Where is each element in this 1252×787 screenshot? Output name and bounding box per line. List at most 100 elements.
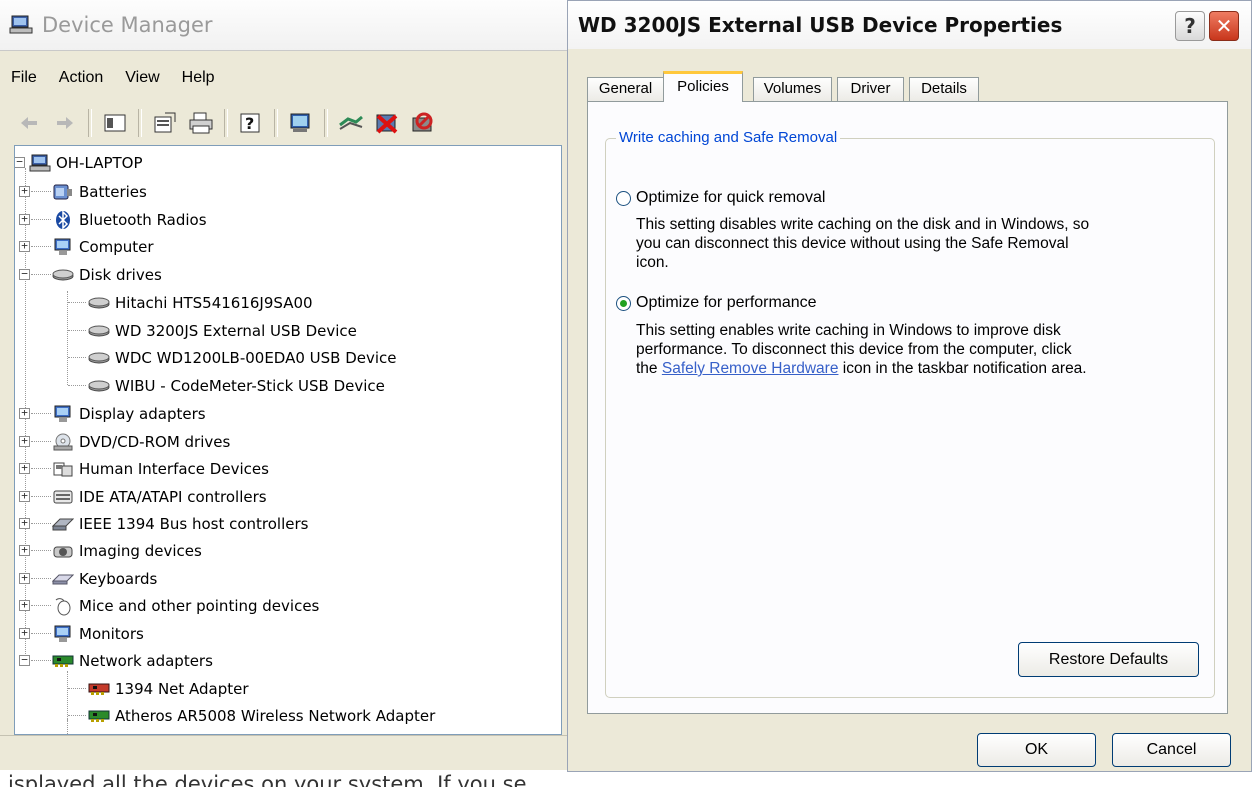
collapse-toggle[interactable]: − — [19, 268, 30, 280]
menu-help[interactable]: Help — [171, 64, 226, 92]
tree-node-disk-wibu[interactable]: WIBU - CodeMeter-Stick USB Device — [88, 373, 385, 399]
quick-removal-radio[interactable] — [616, 190, 631, 206]
tree-node-label: Human Interface Devices — [79, 460, 269, 478]
expand-toggle[interactable]: + — [19, 490, 30, 502]
close-button[interactable]: ✕ — [1209, 11, 1239, 41]
battery-icon — [52, 183, 74, 201]
expand-toggle[interactable]: + — [19, 627, 30, 639]
tree-node-net-1394[interactable]: 1394 Net Adapter — [88, 676, 249, 702]
tree-node-computer[interactable]: Computer — [52, 234, 154, 260]
disk-drive-icon — [88, 322, 110, 340]
expand-toggle[interactable]: + — [19, 599, 30, 611]
policies-panel: Write caching and Safe Removal Optimize … — [587, 101, 1228, 714]
menu-file[interactable]: File — [0, 64, 48, 92]
tree-line — [68, 715, 86, 716]
properties-icon[interactable] — [150, 108, 180, 138]
disable-device-icon[interactable] — [372, 108, 402, 138]
disk-drive-icon — [88, 377, 110, 395]
tab-driver[interactable]: Driver — [837, 77, 904, 101]
expand-toggle[interactable]: + — [19, 185, 30, 197]
tree-node-label: Keyboards — [79, 570, 158, 588]
expand-toggle[interactable]: + — [19, 572, 30, 584]
tree-node-network-adapters[interactable]: Network adapters — [52, 648, 213, 674]
tab-volumes[interactable]: Volumes — [753, 77, 832, 101]
forward-arrow-icon[interactable] — [50, 108, 80, 138]
expand-toggle[interactable]: + — [19, 544, 30, 556]
tree-node-bluetooth-radios[interactable]: Bluetooth Radios — [52, 207, 207, 233]
quick-removal-label: Optimize for quick removal — [636, 189, 826, 206]
back-arrow-icon[interactable] — [14, 108, 44, 138]
tree-line — [67, 671, 68, 721]
tree-node-batteries[interactable]: Batteries — [52, 179, 147, 205]
expand-toggle[interactable]: + — [19, 240, 30, 252]
tree-node-ieee1394-controllers[interactable]: IEEE 1394 Bus host controllers — [52, 511, 308, 537]
tree-node-disk-drives[interactable]: Disk drives — [52, 262, 162, 288]
tree-node-label: Hitachi HTS541616J9SA00 — [115, 294, 313, 312]
expand-toggle[interactable]: + — [19, 517, 30, 529]
safely-remove-hardware-link[interactable]: Safely Remove Hardware — [662, 360, 839, 377]
performance-radio[interactable] — [616, 295, 631, 311]
display-adapter-icon — [52, 405, 74, 423]
tree-node-display-adapters[interactable]: Display adapters — [52, 401, 206, 427]
tree-node-label: WD 3200JS External USB Device — [115, 322, 357, 340]
scan-hardware-icon[interactable] — [286, 108, 316, 138]
help-button[interactable]: ? — [1175, 11, 1205, 41]
hid-icon — [52, 460, 74, 478]
menu-action[interactable]: Action — [48, 64, 114, 92]
expand-toggle[interactable]: + — [19, 462, 30, 474]
expand-toggle[interactable]: + — [19, 435, 30, 447]
tree-node-disk-wdc[interactable]: WDC WD1200LB-00EDA0 USB Device — [88, 345, 397, 371]
print-icon[interactable] — [186, 108, 216, 138]
expand-toggle[interactable]: + — [19, 407, 30, 419]
description-line: This setting enables write caching in Wi… — [636, 322, 1061, 339]
device-tree[interactable]: − OH-LAPTOP + Batteries + Bluetooth Radi… — [14, 145, 562, 735]
tree-node-label: Imaging devices — [79, 542, 202, 560]
ok-button[interactable]: OK — [977, 733, 1096, 767]
show-hide-console-tree-icon[interactable] — [100, 108, 130, 138]
quick-removal-option[interactable]: Optimize for quick removal — [616, 189, 825, 207]
tree-node-imaging-devices[interactable]: Imaging devices — [52, 538, 202, 564]
tree-node-disk-wd3200js[interactable]: WD 3200JS External USB Device — [88, 318, 357, 344]
tree-node-keyboards[interactable]: Keyboards — [52, 566, 157, 592]
dialog-titlebar[interactable]: WD 3200JS External USB Device Properties — [568, 1, 1251, 49]
tree-node-label: Bluetooth Radios — [79, 211, 207, 229]
radio-selected-dot — [620, 299, 627, 307]
network-adapter-disabled-icon — [88, 680, 110, 698]
tree-node-dvd-cdrom[interactable]: DVD/CD-ROM drives — [52, 429, 230, 455]
tree-line — [31, 605, 51, 606]
tab-details[interactable]: Details — [909, 77, 979, 101]
performance-label: Optimize for performance — [636, 294, 817, 311]
uninstall-device-icon[interactable] — [408, 108, 438, 138]
restore-defaults-button[interactable]: Restore Defaults — [1018, 642, 1199, 677]
tree-node-disk-hitachi[interactable]: Hitachi HTS541616J9SA00 — [88, 290, 313, 316]
tab-general[interactable]: General — [587, 77, 664, 101]
tree-node-mice[interactable]: Mice and other pointing devices — [52, 593, 319, 619]
collapse-toggle[interactable]: − — [19, 654, 30, 666]
device-manager-titlebar[interactable]: Device Manager — [0, 0, 567, 51]
expand-toggle[interactable]: + — [19, 213, 30, 225]
properties-dialog: WD 3200JS External USB Device Properties… — [567, 0, 1252, 772]
tree-node-monitors[interactable]: Monitors — [52, 621, 144, 647]
tree-line — [67, 291, 68, 385]
performance-option[interactable]: Optimize for performance — [616, 294, 817, 312]
tree-node-root[interactable]: OH-LAPTOP — [29, 150, 143, 176]
tree-line — [67, 718, 68, 734]
update-driver-icon[interactable] — [336, 108, 366, 138]
collapse-root-toggle[interactable]: − — [15, 156, 25, 168]
device-manager-title: Device Manager — [42, 13, 213, 37]
monitor-icon — [52, 625, 74, 643]
keyboard-icon — [52, 570, 74, 588]
tree-line — [31, 496, 51, 497]
menu-view[interactable]: View — [114, 64, 170, 92]
tree-node-ide-controllers[interactable]: IDE ATA/ATAPI controllers — [52, 484, 267, 510]
tree-node-net-atheros[interactable]: Atheros AR5008 Wireless Network Adapter — [88, 703, 435, 729]
description-text: the — [636, 360, 662, 377]
description-line: the Safely Remove Hardware icon in the t… — [636, 359, 1196, 378]
tree-line — [31, 413, 51, 414]
help-icon[interactable]: ? — [236, 108, 266, 138]
tab-policies[interactable]: Policies — [663, 71, 743, 102]
tree-node-human-interface-devices[interactable]: Human Interface Devices — [52, 456, 269, 482]
cancel-button[interactable]: Cancel — [1112, 733, 1231, 767]
toolbar-separator — [88, 109, 92, 137]
tree-node-label: Computer — [79, 238, 154, 256]
